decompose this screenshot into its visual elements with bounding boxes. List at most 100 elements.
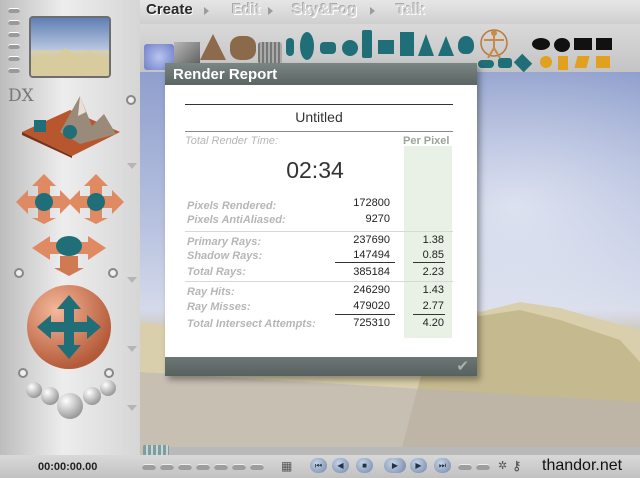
shadow-rays-per-pixel: 0.85 — [422, 249, 444, 261]
dialog-footer: ✔ — [165, 357, 477, 376]
menu-create[interactable]: Create — [146, 1, 193, 18]
move-sphere-tool-icon[interactable] — [25, 283, 113, 371]
panel-notch — [8, 8, 20, 13]
ray-hits-per-pixel: 1.43 — [422, 284, 444, 296]
keyframe-slot[interactable] — [458, 464, 472, 470]
keyframe-slot[interactable] — [250, 464, 264, 470]
left-tool-panel: DX — [0, 0, 140, 455]
keyframe-slot[interactable] — [476, 464, 490, 470]
film-icon[interactable]: ▦ — [281, 459, 292, 473]
gear-icon[interactable]: ✲ — [498, 459, 507, 472]
step-forward-button[interactable]: ▶ — [410, 458, 427, 473]
cylinder-icon[interactable] — [362, 30, 372, 58]
pyramid-icon[interactable] — [438, 36, 454, 56]
panel-notch — [8, 20, 20, 25]
keyframe-slot[interactable] — [232, 464, 246, 470]
total-rays-value: 385184 — [353, 266, 390, 278]
shadow-rays-value: 147494 — [353, 249, 390, 261]
top-menu-bar: Create Edit Sky&Fog Talk — [140, 0, 640, 24]
primary-rays-label: Primary Rays: — [187, 236, 261, 248]
sphere-group-icon[interactable] — [20, 376, 120, 422]
pan-tool-icon[interactable] — [32, 228, 106, 276]
cone-icon[interactable] — [418, 34, 434, 56]
panel-dot[interactable] — [108, 268, 118, 278]
total-intersect-per-pixel: 4.20 — [422, 317, 444, 329]
yellow-cylinder-icon[interactable] — [558, 56, 568, 70]
capsule-icon[interactable] — [286, 38, 294, 56]
panel-notch — [8, 32, 20, 37]
expand-arrow-icon[interactable] — [127, 346, 137, 352]
step-back-button[interactable]: ◀ — [332, 458, 349, 473]
keyframe-slot[interactable] — [196, 464, 210, 470]
figure-vitruvian-icon[interactable] — [480, 26, 508, 60]
yellow-box-icon[interactable] — [574, 56, 590, 68]
menu-sky-fog[interactable]: Sky&Fog — [292, 1, 357, 18]
menu-edit[interactable]: Edit — [232, 1, 260, 18]
black-slab-icon[interactable] — [574, 38, 592, 50]
rotate-tool-icon[interactable] — [16, 172, 124, 224]
keyframe-slot[interactable] — [214, 464, 228, 470]
mountain-icon[interactable] — [200, 34, 226, 60]
expand-arrow-icon[interactable] — [127, 277, 137, 283]
per-pixel-header: Per Pixel — [403, 135, 450, 147]
panel-dot[interactable] — [126, 95, 136, 105]
check-icon[interactable]: ✔ — [456, 357, 469, 375]
grid-object-icon[interactable] — [258, 42, 282, 64]
black-box-icon[interactable] — [596, 38, 612, 50]
rewind-to-start-button[interactable]: ⏮ — [310, 458, 327, 473]
total-rays-label: Total Rays: — [187, 266, 246, 278]
expand-arrow-icon[interactable] — [127, 405, 137, 411]
rock-icon[interactable] — [230, 36, 256, 60]
panel-dot[interactable] — [14, 268, 24, 278]
sum-rule — [335, 262, 395, 263]
keyframe-slot[interactable] — [142, 464, 156, 470]
play-button[interactable]: ▶ — [384, 458, 406, 473]
primary-rays-per-pixel: 1.38 — [422, 234, 444, 246]
chevron-right-icon — [370, 7, 375, 15]
divider — [185, 131, 453, 132]
cube-icon[interactable] — [378, 40, 394, 54]
ellipsoid-icon[interactable] — [300, 32, 314, 60]
teal-diamond-icon[interactable] — [513, 53, 533, 73]
sphere-icon[interactable] — [342, 40, 358, 56]
pixels-rendered-value: 172800 — [353, 197, 390, 209]
black-ellipse-icon[interactable] — [532, 38, 550, 50]
rounded-box-icon[interactable] — [320, 42, 336, 54]
forward-to-end-button[interactable]: ⏭ — [434, 458, 451, 473]
teal-disc-icon[interactable] — [478, 60, 494, 68]
ray-misses-per-pixel: 2.77 — [422, 300, 444, 312]
render-time-value: 02:34 — [286, 157, 344, 183]
yellow-sphere-icon[interactable] — [540, 56, 552, 68]
total-intersect-value: 725310 — [353, 317, 390, 329]
scene-preview-thumbnail[interactable] — [29, 16, 111, 78]
ray-misses-value: 479020 — [353, 300, 390, 312]
ray-hits-label: Ray Hits: — [187, 286, 235, 298]
yellow-block-icon[interactable] — [596, 56, 610, 68]
expand-arrow-icon[interactable] — [127, 163, 137, 169]
tall-box-icon[interactable] — [400, 32, 414, 56]
keyframe-slot[interactable] — [178, 464, 192, 470]
sum-rule — [413, 262, 445, 263]
sum-rule — [335, 314, 395, 315]
ray-misses-label: Ray Misses: — [187, 301, 251, 313]
chevron-right-icon — [268, 7, 273, 15]
render-report-dialog: Render Report Untitled Total Render Time… — [165, 63, 477, 376]
key-icon[interactable]: ⚷ — [512, 458, 522, 474]
dialog-title[interactable]: Render Report — [165, 63, 477, 85]
pixels-antialiased-label: Pixels AntiAliased: — [187, 214, 286, 226]
terrain-tool-icon[interactable] — [20, 92, 122, 158]
menu-talk[interactable]: Talk — [396, 1, 425, 18]
preview-landscape-icon — [31, 48, 109, 76]
sum-rule — [413, 314, 445, 315]
keyframe-slot[interactable] — [160, 464, 174, 470]
divider — [185, 231, 453, 232]
teal-torus-icon[interactable] — [498, 58, 512, 68]
timeline-scrubber[interactable] — [143, 445, 640, 456]
total-render-time-label: Total Render Time: — [185, 135, 279, 147]
shadow-rays-label: Shadow Rays: — [187, 250, 263, 262]
stop-button[interactable]: ■ — [356, 458, 373, 473]
panel-notch — [8, 68, 20, 73]
egg-icon[interactable] — [458, 36, 474, 54]
black-sphere-icon[interactable] — [554, 38, 570, 52]
document-name: Untitled — [295, 109, 343, 125]
